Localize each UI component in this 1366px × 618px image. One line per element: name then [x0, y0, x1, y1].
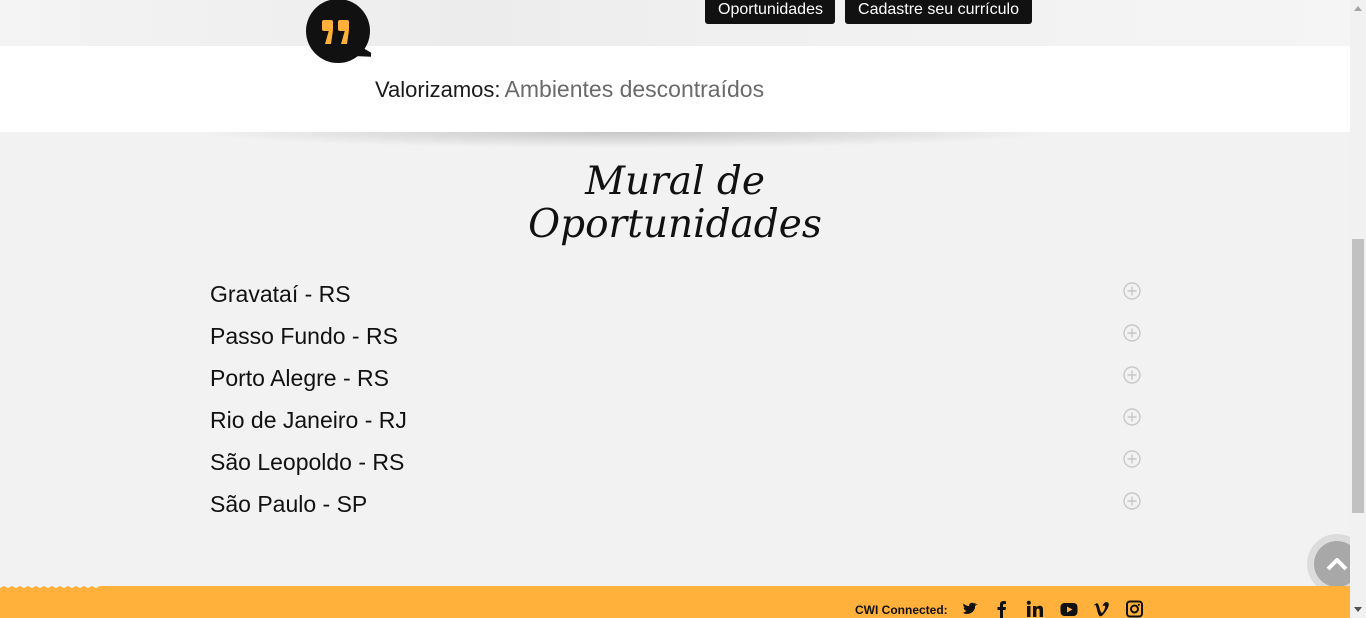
- location-name: Passo Fundo - RS: [210, 323, 398, 349]
- location-row[interactable]: Passo Fundo - RS: [210, 320, 1145, 362]
- connected-label: CWI Connected:: [855, 603, 948, 617]
- twitter-icon[interactable]: [962, 600, 979, 618]
- linkedin-icon[interactable]: [1026, 600, 1044, 618]
- vimeo-icon[interactable]: [1093, 600, 1110, 618]
- location-name: Gravataí - RS: [210, 281, 351, 307]
- location-row[interactable]: Porto Alegre - RS: [210, 362, 1145, 404]
- youtube-icon[interactable]: [1060, 600, 1078, 618]
- scroll-down-arrow-icon[interactable]: [1350, 601, 1366, 618]
- location-row[interactable]: Rio de Janeiro - RJ: [210, 404, 1145, 446]
- opportunities-button[interactable]: Oportunidades: [705, 0, 835, 24]
- hero-band: Oportunidades Cadastre seu currículo: [0, 0, 1350, 46]
- locations-list: Gravataí - RS Passo Fundo - RS Porto Ale…: [210, 278, 1145, 530]
- footer: CWI Connected:: [0, 586, 1350, 618]
- values-strip: Valorizamos: Ambientes descontraídos: [0, 46, 1350, 132]
- location-row[interactable]: São Paulo - SP: [210, 488, 1145, 530]
- expand-plus-icon[interactable]: [1123, 492, 1141, 510]
- location-row[interactable]: São Leopoldo - RS: [210, 446, 1145, 488]
- section-shadow: [190, 132, 1060, 148]
- expand-plus-icon[interactable]: [1123, 324, 1141, 342]
- scroll-up-arrow-icon[interactable]: [1350, 0, 1366, 17]
- values-line: Valorizamos: Ambientes descontraídos: [375, 76, 764, 103]
- quote-icon: [306, 0, 371, 63]
- instagram-icon[interactable]: [1126, 600, 1143, 618]
- section-title-line1: Mural de: [585, 159, 765, 204]
- location-name: Porto Alegre - RS: [210, 365, 389, 391]
- expand-plus-icon[interactable]: [1123, 366, 1141, 384]
- location-row[interactable]: Gravataí - RS: [210, 278, 1145, 320]
- section-title: Mural de Oportunidades: [0, 160, 1350, 246]
- expand-plus-icon[interactable]: [1123, 282, 1141, 300]
- location-name: Rio de Janeiro - RJ: [210, 407, 407, 433]
- location-name: São Leopoldo - RS: [210, 449, 405, 475]
- scrollbar-thumb[interactable]: [1352, 239, 1364, 513]
- facebook-icon[interactable]: [996, 600, 1008, 618]
- values-label: Valorizamos:: [375, 77, 501, 102]
- register-cv-button[interactable]: Cadastre seu currículo: [845, 0, 1032, 24]
- expand-plus-icon[interactable]: [1123, 450, 1141, 468]
- expand-plus-icon[interactable]: [1123, 408, 1141, 426]
- values-value: Ambientes descontraídos: [504, 76, 765, 102]
- location-name: São Paulo - SP: [210, 491, 368, 517]
- section-title-line2: Oportunidades: [528, 202, 822, 247]
- footer-zigzag-edge: [0, 586, 1350, 591]
